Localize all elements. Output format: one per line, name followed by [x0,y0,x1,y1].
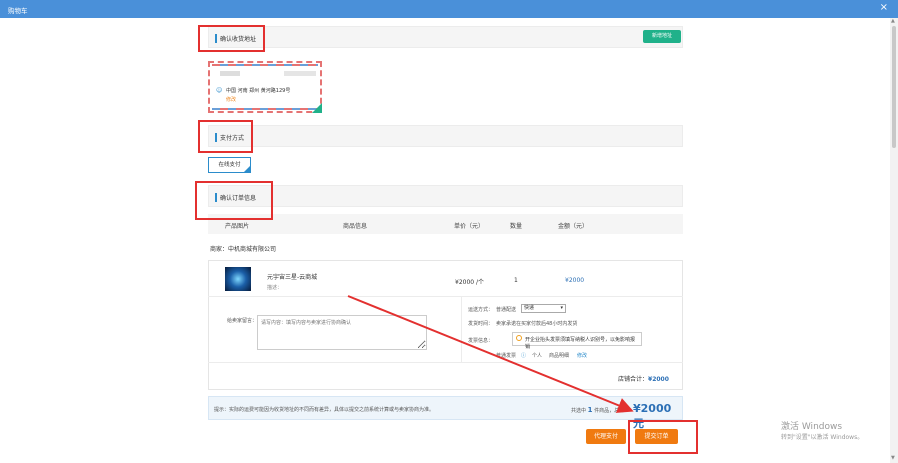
activate-windows-title: 激活 Windows [781,422,843,432]
annotation-arrow [347,295,634,413]
activate-windows-subtitle: 转到"设置"以激活 Windows。 [781,434,864,441]
